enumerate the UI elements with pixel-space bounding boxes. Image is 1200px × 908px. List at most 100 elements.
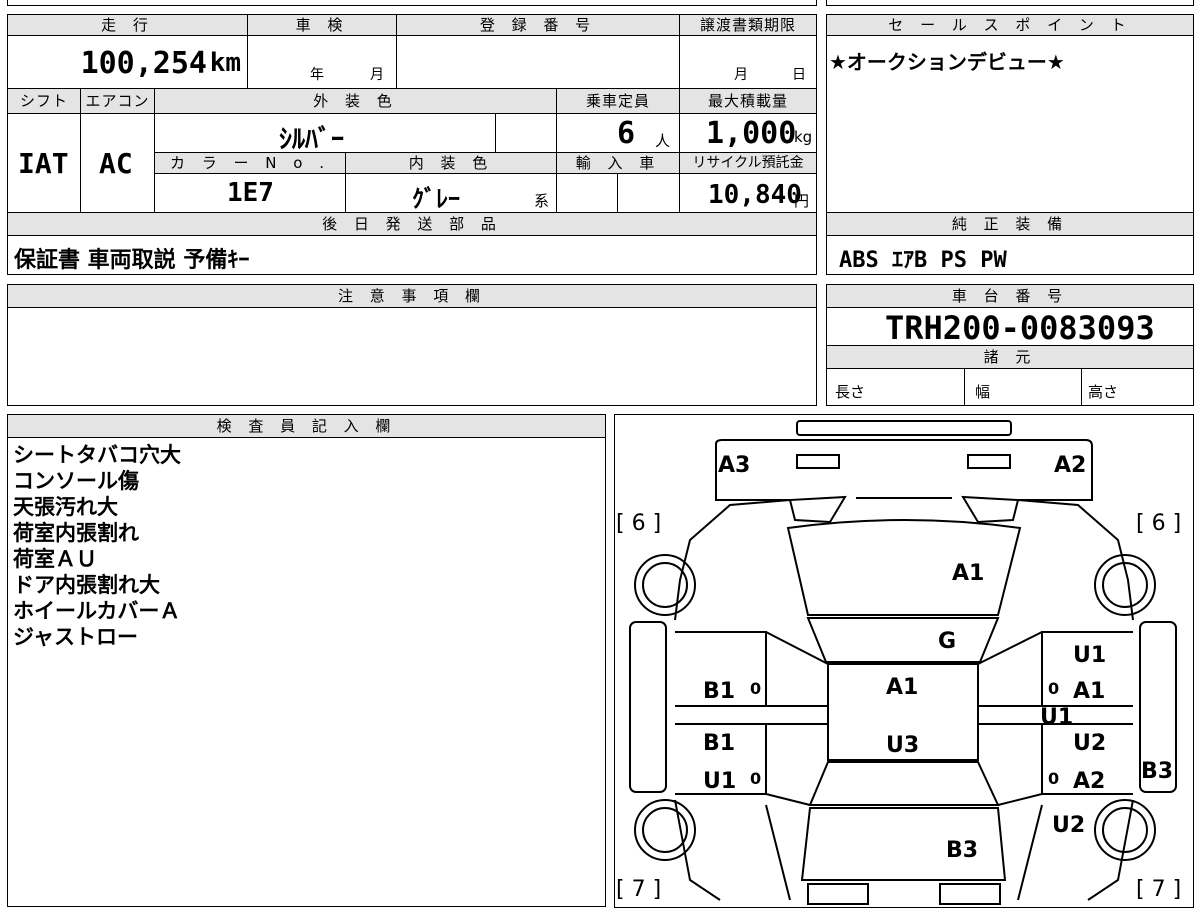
- mark-roof-2: U3: [886, 733, 919, 758]
- inspector-note: ジャストロー: [13, 625, 138, 649]
- import-cell-1: [556, 173, 618, 213]
- mark-a3: A3: [718, 453, 750, 478]
- recycle-label: リサイクル預託金: [679, 152, 817, 174]
- inspection-year-unit: 年: [310, 67, 324, 83]
- later-parts-value: 保証書 車両取説 予備ｷｰ: [14, 248, 250, 273]
- inspector-note: シートタバコ穴大: [13, 443, 181, 467]
- mark-right-front-door-2: A1: [1073, 679, 1105, 704]
- specs-label: 諸 元: [826, 345, 1194, 369]
- car-diagram-frame: A3 A2 [ 6 ] [ 6 ] A1 G A1 U3 B1 B1 U1 U1…: [614, 414, 1194, 908]
- mark-six-right: [ 6 ]: [1136, 511, 1181, 536]
- mileage-value: 100,254: [80, 46, 207, 81]
- mark-zero: 0: [750, 679, 761, 698]
- transfer-deadline-cell: 月 日: [679, 35, 817, 89]
- inspector-cell: シートタバコ穴大 コンソール傷 天張汚れ大 荷室内張割れ 荷室ＡＵ ドア内張割れ…: [7, 437, 606, 907]
- mark-roof: A1: [886, 675, 918, 700]
- mileage-unit: km: [209, 48, 241, 78]
- mark-right-rear: U2: [1052, 813, 1085, 838]
- color-no-value: 1E7: [227, 178, 274, 208]
- sales-point-cell: ★オークションデビュー★: [826, 35, 1194, 213]
- aircon-label: エアコン: [80, 88, 155, 114]
- later-parts-label: 後 日 発 送 部 品: [7, 212, 817, 236]
- deadline-month-unit: 月: [734, 67, 748, 83]
- spec-width-label: 幅: [975, 383, 991, 401]
- interior-color-cell: ｸﾞﾚｰ 系: [345, 173, 557, 213]
- std-equipment-label: 純 正 装 備: [826, 212, 1194, 236]
- inspector-note: ドア内張割れ大: [13, 573, 160, 597]
- inspector-note: ホイールカバーＡ: [13, 599, 181, 623]
- transfer-deadline-label: 譲渡書類期限: [679, 14, 817, 36]
- recycle-value: 10,840: [708, 180, 802, 210]
- notes-label: 注 意 事 項 欄: [7, 284, 817, 308]
- mark-zero: 0: [1048, 769, 1059, 788]
- inspector-label: 検 査 員 記 入 欄: [7, 414, 606, 438]
- capacity-unit: 人: [655, 132, 671, 150]
- exterior-color-value: ｼﾙﾊﾞｰ: [279, 125, 345, 153]
- mark-rear: B3: [946, 838, 978, 863]
- shift-value: IAT: [18, 147, 69, 180]
- mark-right-quarter: B3: [1141, 759, 1173, 784]
- mark-right-rear-door-1: U2: [1073, 731, 1106, 756]
- registration-cell: [396, 35, 680, 89]
- std-equipment-value: ABS ｴｱB PS PW: [839, 248, 1007, 273]
- inspector-note: コンソール傷: [13, 469, 139, 493]
- top-strip-left: [7, 0, 817, 6]
- color-no-label: カ ラ ー N o .: [154, 152, 346, 174]
- import-label: 輸 入 車: [556, 152, 680, 174]
- inspector-note: 荷室内張割れ: [13, 521, 139, 545]
- mark-zero: 0: [750, 769, 761, 788]
- inspection-month-unit: 月: [370, 67, 384, 83]
- inspection-label: 車 検: [247, 14, 397, 36]
- mark-six-left: [ 6 ]: [616, 511, 661, 536]
- aircon-value: AC: [99, 147, 133, 180]
- import-cell-2: [617, 173, 680, 213]
- car-diagram: A3 A2 [ 6 ] [ 6 ] A1 G A1 U3 B1 B1 U1 U1…: [616, 420, 1181, 905]
- max-load-cell: 1,000 kg: [679, 113, 817, 153]
- color-no-cell: 1E7: [154, 173, 346, 213]
- mark-windshield: G: [938, 629, 956, 654]
- spec-length-cell: 長さ: [826, 368, 965, 406]
- interior-color-suffix: 系: [534, 192, 550, 210]
- inspector-note: 天張汚れ大: [13, 495, 118, 519]
- capacity-label: 乗車定員: [556, 88, 680, 114]
- aircon-cell: AC: [80, 113, 155, 213]
- spec-height-cell: 高さ: [1081, 368, 1194, 406]
- inspection-cell: 年 月: [247, 35, 397, 89]
- mark-right-mid: U1: [1040, 705, 1073, 730]
- recycle-unit: 円: [794, 192, 810, 210]
- mark-left-rear-door-1: B1: [703, 731, 735, 756]
- mark-seven-left: [ 7 ]: [616, 877, 661, 902]
- sales-point-label: セ ー ル ス ポ イ ン ト: [826, 14, 1194, 36]
- interior-color-value: ｸﾞﾚｰ: [412, 185, 460, 213]
- spec-height-label: 高さ: [1088, 383, 1119, 401]
- mark-right-rear-door-2: A2: [1073, 769, 1105, 794]
- exterior-color-extra-cell: [495, 113, 557, 153]
- chassis-cell: TRH200-0083093: [826, 307, 1194, 346]
- shift-cell: IAT: [7, 113, 81, 213]
- later-parts-cell: 保証書 車両取説 予備ｷｰ: [7, 235, 817, 275]
- chassis-value: TRH200-0083093: [885, 309, 1155, 346]
- mark-left-front-door: B1: [703, 679, 735, 704]
- max-load-value: 1,000: [706, 116, 797, 151]
- interior-color-label: 内 装 色: [345, 152, 557, 174]
- mark-right-front-door-1: U1: [1073, 643, 1106, 668]
- exterior-color-cell: ｼﾙﾊﾞｰ: [154, 113, 496, 153]
- recycle-cell: 10,840 円: [679, 173, 817, 213]
- spec-width-cell: 幅: [964, 368, 1082, 406]
- capacity-cell: 6 人: [556, 113, 680, 153]
- mark-hood: A1: [952, 561, 984, 586]
- registration-label: 登 録 番 号: [396, 14, 680, 36]
- notes-cell: [7, 307, 817, 406]
- mileage-label: 走 行: [7, 14, 248, 36]
- shift-label: シフト: [7, 88, 81, 114]
- mark-left-rear-door-2: U1: [703, 769, 736, 794]
- max-load-unit: kg: [794, 128, 813, 146]
- max-load-label: 最大積載量: [679, 88, 817, 114]
- capacity-value: 6: [617, 116, 636, 151]
- sales-point-value: ★オークションデビュー★: [829, 50, 1065, 74]
- mark-zero: 0: [1048, 679, 1059, 698]
- chassis-label: 車 台 番 号: [826, 284, 1194, 308]
- exterior-color-label: 外 装 色: [154, 88, 557, 114]
- top-strip-right: [826, 0, 1194, 6]
- spec-length-label: 長さ: [835, 383, 866, 401]
